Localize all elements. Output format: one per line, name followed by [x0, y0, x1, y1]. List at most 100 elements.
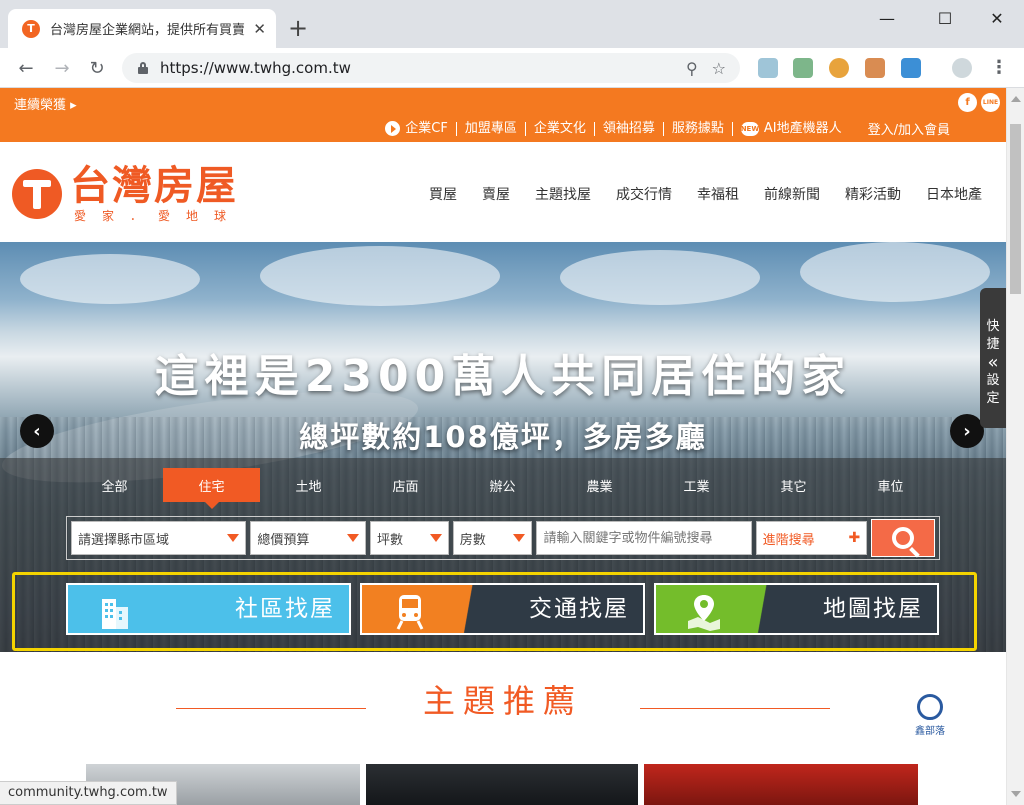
community-search-label: 社區找屋	[235, 596, 335, 622]
transit-search-button[interactable]: 交通找屋	[360, 583, 645, 635]
category-tabs: 全部 住宅 土地 店面 辦公 農業 工業 其它 車位	[66, 468, 939, 509]
link-ai-robot[interactable]: NEW AI地產機器人	[731, 120, 850, 136]
nav-rent[interactable]: 幸福租	[697, 184, 739, 204]
tab-land[interactable]: 土地	[260, 468, 357, 502]
profile-avatar[interactable]	[952, 58, 972, 78]
search-icon	[892, 527, 915, 549]
tab-storefront[interactable]: 店面	[357, 468, 454, 502]
nav-theme-search[interactable]: 主題找屋	[535, 184, 591, 204]
link-franchise[interactable]: 加盟專區	[455, 121, 525, 136]
browser-toolbar: ← → ↻ https://www.twhg.com.tw ⚲ ☆ ⋮	[0, 48, 1024, 88]
tab-close-icon[interactable]: ✕	[253, 20, 266, 38]
community-search-button[interactable]: 社區找屋	[66, 583, 351, 635]
login-register-link[interactable]: 登入/加入會員	[868, 119, 950, 138]
line-icon[interactable]: LINE	[981, 93, 1000, 112]
extension-icon[interactable]	[901, 58, 921, 78]
link-label: AI地產機器人	[763, 120, 842, 136]
news-marquee[interactable]: 連續榮獲 ▸	[14, 94, 77, 113]
link-label: 服務據點	[671, 120, 724, 136]
link-label: 企業CF	[405, 120, 448, 136]
scrollbar-thumb[interactable]	[1010, 124, 1021, 294]
extension-icon[interactable]	[793, 58, 813, 78]
extension-icon[interactable]	[758, 58, 778, 78]
area-select-value: 坪數	[376, 532, 403, 548]
section-title: 主題推薦	[422, 682, 583, 720]
link-recruit[interactable]: 領袖招募	[593, 121, 663, 136]
tab-office[interactable]: 辦公	[454, 468, 551, 502]
new-tab-button[interactable]: +	[288, 14, 308, 42]
browser-tab[interactable]: T 台灣房屋企業網站，提供所有買賣 ✕	[8, 9, 276, 48]
forward-button[interactable]: →	[50, 56, 74, 80]
prev-slide-button[interactable]: ‹	[20, 414, 54, 448]
facebook-icon[interactable]: f	[958, 93, 977, 112]
advanced-search-label: 進階搜尋	[762, 532, 815, 548]
bookmark-star-icon[interactable]: ☆	[712, 59, 726, 78]
status-bar-url: community.twhg.com.tw	[0, 781, 177, 805]
theme-card[interactable]	[366, 764, 638, 805]
address-bar[interactable]: https://www.twhg.com.tw ⚲ ☆	[122, 53, 740, 83]
nav-events[interactable]: 精彩活動	[845, 184, 901, 204]
maximize-button[interactable]: ☐	[922, 4, 968, 32]
link-culture[interactable]: 企業文化	[524, 121, 594, 136]
tab-other[interactable]: 其它	[745, 468, 842, 502]
cloud	[20, 254, 200, 304]
area-select[interactable]: 坪數	[369, 521, 449, 555]
hero-subtitle: 總坪數約108億坪，多房多廳	[299, 420, 707, 454]
reload-button[interactable]: ↻	[85, 56, 109, 80]
watermark-icon	[917, 694, 943, 720]
close-window-button[interactable]: ✕	[974, 4, 1020, 32]
map-search-button[interactable]: 地圖找屋	[654, 583, 939, 635]
url-text: https://www.twhg.com.tw	[160, 59, 351, 77]
rooms-select-value: 房數	[459, 532, 486, 548]
double-chevron-icon: «	[987, 352, 999, 373]
tab-residential[interactable]: 住宅	[163, 468, 260, 509]
building-icon	[102, 599, 128, 629]
tab-title: 台灣房屋企業網站，提供所有買賣	[50, 23, 246, 38]
zoom-icon[interactable]: ⚲	[686, 59, 698, 78]
tab-all[interactable]: 全部	[66, 468, 163, 502]
extension-icon[interactable]	[829, 58, 849, 78]
nav-buy[interactable]: 買屋	[429, 184, 457, 204]
link-locations[interactable]: 服務據點	[662, 120, 732, 136]
nav-sell[interactable]: 賣屋	[482, 184, 510, 204]
link-corporate-cf[interactable]: 企業CF	[377, 121, 456, 136]
nav-transactions[interactable]: 成交行情	[616, 184, 672, 204]
rooms-select[interactable]: 房數	[452, 521, 533, 555]
next-slide-button[interactable]: ›	[950, 414, 984, 448]
logo-t-icon	[12, 169, 62, 219]
minimize-button[interactable]: —	[864, 4, 910, 32]
dropdown-arrow-icon	[513, 534, 526, 542]
dropdown-arrow-icon	[227, 534, 240, 542]
region-select[interactable]: 請選擇縣市區域	[71, 521, 247, 555]
tab-agriculture[interactable]: 農業	[551, 468, 648, 502]
extension-icon[interactable]	[865, 58, 885, 78]
price-select[interactable]: 總價預算	[250, 521, 366, 555]
nav-news[interactable]: 前線新聞	[764, 184, 820, 204]
top-links: 企業CF 加盟專區 企業文化 領袖招募 服務據點 NEW AI地產機器人 登入/…	[377, 119, 950, 138]
new-badge-icon: NEW	[741, 121, 759, 136]
logo-name: 台灣房屋	[70, 163, 238, 209]
search-button[interactable]	[871, 519, 935, 557]
quick-settings-tab[interactable]: 快 捷 « 設 定	[980, 288, 1006, 428]
scroll-down-arrow-icon[interactable]	[1011, 791, 1021, 797]
nav-japan[interactable]: 日本地產	[926, 184, 982, 204]
transit-search-label: 交通找屋	[529, 596, 629, 622]
top-bar: 連續榮獲 ▸ f LINE 企業CF 加盟專區 企業文化 領袖招募 服務據點 N…	[0, 88, 1006, 142]
keyword-search-input[interactable]	[536, 521, 752, 555]
back-button[interactable]: ←	[14, 56, 38, 80]
dropdown-arrow-icon	[429, 534, 442, 542]
advanced-search-button[interactable]: 進階搜尋 ✚	[755, 521, 868, 555]
watermark-text: 鑫部落	[915, 726, 945, 737]
tab-parking[interactable]: 車位	[842, 468, 939, 502]
map-pin-icon	[688, 595, 720, 631]
search-form: 請選擇縣市區域 總價預算 坪數 房數 進階搜尋 ✚	[66, 516, 940, 560]
cloud	[260, 246, 500, 306]
quickset-char: 定	[986, 391, 1000, 406]
site-favicon-icon: T	[22, 19, 40, 38]
browser-menu-icon[interactable]: ⋮	[990, 57, 1008, 78]
tab-industrial[interactable]: 工業	[648, 468, 745, 502]
page-scrollbar[interactable]	[1006, 88, 1024, 805]
site-logo[interactable]: 台灣房屋 愛家．愛地球	[12, 164, 242, 224]
theme-card[interactable]	[644, 764, 918, 805]
scroll-up-arrow-icon[interactable]	[1011, 96, 1021, 102]
